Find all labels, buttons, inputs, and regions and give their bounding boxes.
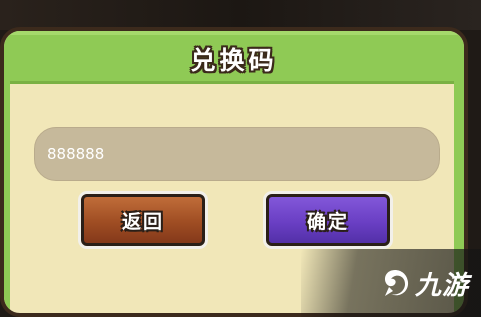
watermark: 九游 — [301, 249, 481, 317]
swirl-logo-icon — [384, 270, 409, 296]
back-button-label: 返回 — [121, 210, 164, 233]
watermark-text: 九游 — [414, 270, 469, 301]
dialog-left-border — [4, 81, 10, 313]
redeem-code-input[interactable]: 888888 — [34, 127, 440, 181]
back-button[interactable]: 返回 — [81, 194, 205, 246]
background — [0, 0, 481, 30]
dialog-title: 兑换码 — [190, 46, 278, 75]
confirm-button-label: 确定 — [306, 210, 349, 233]
redeem-code-value: 888888 — [47, 145, 105, 163]
confirm-button[interactable]: 确定 — [266, 194, 390, 246]
